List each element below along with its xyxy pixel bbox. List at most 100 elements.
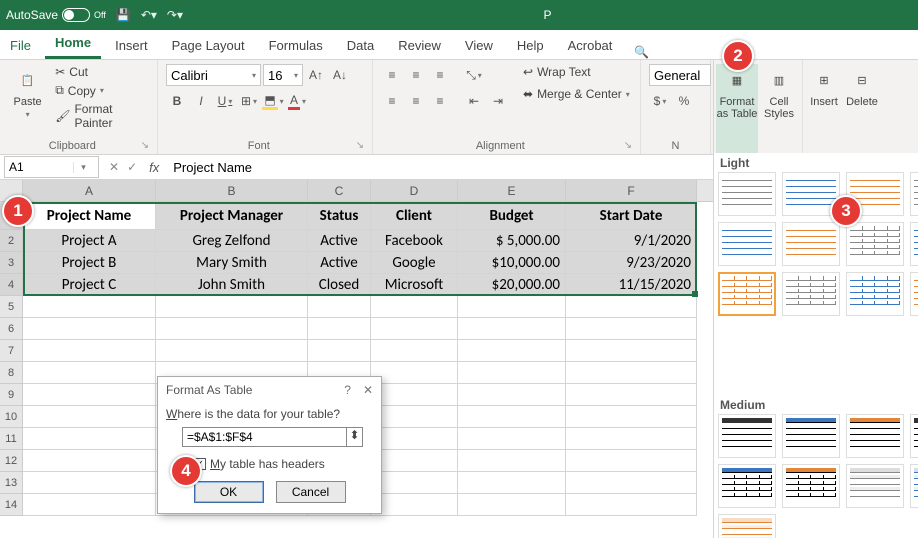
bold-button[interactable]: B [166, 90, 188, 112]
col-header[interactable]: C [308, 180, 371, 202]
redo-icon[interactable]: ↷▾ [167, 8, 183, 22]
align-center-icon[interactable]: ≡ [405, 90, 427, 112]
table-style-thumb[interactable] [782, 464, 840, 508]
row-header[interactable]: 6 [0, 318, 23, 340]
cell[interactable]: Status [308, 202, 371, 230]
row-header[interactable]: 12 [0, 450, 23, 472]
cell[interactable]: Closed [308, 274, 371, 296]
align-bottom-icon[interactable]: ≡ [429, 64, 451, 86]
dialog-launcher-icon[interactable]: ↘ [356, 140, 364, 151]
cell[interactable]: Greg Zelfond [156, 230, 308, 252]
align-left-icon[interactable]: ≡ [381, 90, 403, 112]
row-header[interactable]: 8 [0, 362, 23, 384]
cell[interactable]: 9/23/2020 [566, 252, 697, 274]
tell-me-search-icon[interactable]: 🔍 [634, 45, 649, 59]
undo-icon[interactable]: ↶▾ [141, 8, 157, 22]
table-style-thumb-selected[interactable] [718, 272, 776, 316]
tab-review[interactable]: Review [388, 32, 451, 59]
close-icon[interactable]: ✕ [363, 383, 373, 397]
row-header[interactable]: 10 [0, 406, 23, 428]
save-icon[interactable]: 💾 [116, 8, 131, 22]
cell[interactable]: Project Manager [156, 202, 308, 230]
table-style-thumb[interactable] [782, 414, 840, 458]
collapse-dialog-icon[interactable]: ⬍ [347, 427, 363, 447]
tab-formulas[interactable]: Formulas [259, 32, 333, 59]
cell[interactable]: $20,000.00 [458, 274, 566, 296]
table-style-thumb[interactable] [782, 222, 840, 266]
cell[interactable]: Active [308, 230, 371, 252]
cell[interactable]: 9/1/2020 [566, 230, 697, 252]
tab-home[interactable]: Home [45, 29, 101, 59]
cell-styles-button[interactable]: ▥ Cell Styles [758, 64, 800, 154]
row-header[interactable]: 14 [0, 494, 23, 516]
tab-data[interactable]: Data [337, 32, 384, 59]
dialog-launcher-icon[interactable]: ↘ [141, 140, 149, 151]
cell[interactable]: Mary Smith [156, 252, 308, 274]
italic-button[interactable]: I [190, 90, 212, 112]
help-icon[interactable]: ? [344, 383, 351, 397]
increase-indent-icon[interactable]: ⇥ [487, 90, 509, 112]
cell[interactable]: Facebook [371, 230, 458, 252]
orientation-icon[interactable]: ⤡ [463, 64, 485, 86]
tab-acrobat[interactable]: Acrobat [558, 32, 623, 59]
cell[interactable]: Budget [458, 202, 566, 230]
table-style-thumb[interactable] [718, 414, 776, 458]
row-header[interactable]: 4 [0, 274, 23, 296]
borders-button[interactable]: ⊞ [238, 90, 260, 112]
tab-file[interactable]: File [0, 32, 41, 59]
table-style-thumb[interactable] [846, 222, 904, 266]
table-style-thumb[interactable] [718, 514, 776, 538]
row-header[interactable]: 3 [0, 252, 23, 274]
cut-button[interactable]: ✂Cut [53, 64, 149, 80]
ok-button[interactable]: OK [194, 481, 264, 503]
chevron-down-icon[interactable]: ▾ [73, 162, 93, 173]
tab-insert[interactable]: Insert [105, 32, 158, 59]
row-header[interactable]: 9 [0, 384, 23, 406]
paste-button[interactable]: 📋 Paste ▾ [8, 64, 47, 119]
table-style-thumb[interactable] [910, 222, 918, 266]
tab-help[interactable]: Help [507, 32, 554, 59]
name-box-input[interactable] [5, 160, 73, 174]
font-name-combo[interactable]: Calibri▾ [166, 64, 261, 86]
cell[interactable]: $10,000.00 [458, 252, 566, 274]
autosave-toggle[interactable]: AutoSave Off [6, 8, 106, 22]
cell[interactable]: $ 5,000.00 [458, 230, 566, 252]
table-style-thumb[interactable] [718, 172, 776, 216]
align-right-icon[interactable]: ≡ [429, 90, 451, 112]
cell[interactable]: Project A [23, 230, 156, 252]
row-header[interactable]: 7 [0, 340, 23, 362]
row-header[interactable]: 5 [0, 296, 23, 318]
col-header[interactable]: E [458, 180, 566, 202]
font-size-combo[interactable]: 16▾ [263, 64, 303, 86]
cell[interactable]: Active [308, 252, 371, 274]
percent-button[interactable]: % [673, 90, 695, 112]
range-input[interactable] [182, 427, 347, 447]
row-header[interactable]: 13 [0, 472, 23, 494]
table-style-thumb[interactable] [910, 172, 918, 216]
decrease-font-icon[interactable]: A↓ [329, 64, 351, 86]
table-style-thumb[interactable] [718, 222, 776, 266]
table-style-thumb[interactable] [718, 464, 776, 508]
underline-button[interactable]: U [214, 90, 236, 112]
format-as-table-button[interactable]: ▦ Format as Table [716, 64, 758, 154]
table-style-thumb[interactable] [910, 272, 918, 316]
fill-color-button[interactable]: ⬒ [262, 90, 284, 112]
cancel-formula-icon[interactable]: ✕ [109, 160, 119, 175]
cell[interactable]: Client [371, 202, 458, 230]
table-style-thumb[interactable] [910, 464, 918, 508]
tab-page-layout[interactable]: Page Layout [162, 32, 255, 59]
cell[interactable]: Project B [23, 252, 156, 274]
cell[interactable]: John Smith [156, 274, 308, 296]
align-top-icon[interactable]: ≡ [381, 64, 403, 86]
insert-cells-button[interactable]: ⊞ Insert [805, 64, 843, 154]
dialog-launcher-icon[interactable]: ↘ [624, 140, 632, 151]
row-header[interactable]: 11 [0, 428, 23, 450]
col-header[interactable]: B [156, 180, 308, 202]
wrap-text-button[interactable]: ↩Wrap Text [521, 64, 632, 80]
name-box[interactable]: ▾ [4, 156, 99, 178]
cell[interactable]: Google [371, 252, 458, 274]
table-style-thumb[interactable] [910, 414, 918, 458]
col-header[interactable]: A [23, 180, 156, 202]
enter-formula-icon[interactable]: ✓ [127, 160, 137, 175]
cell[interactable]: Project C [23, 274, 156, 296]
